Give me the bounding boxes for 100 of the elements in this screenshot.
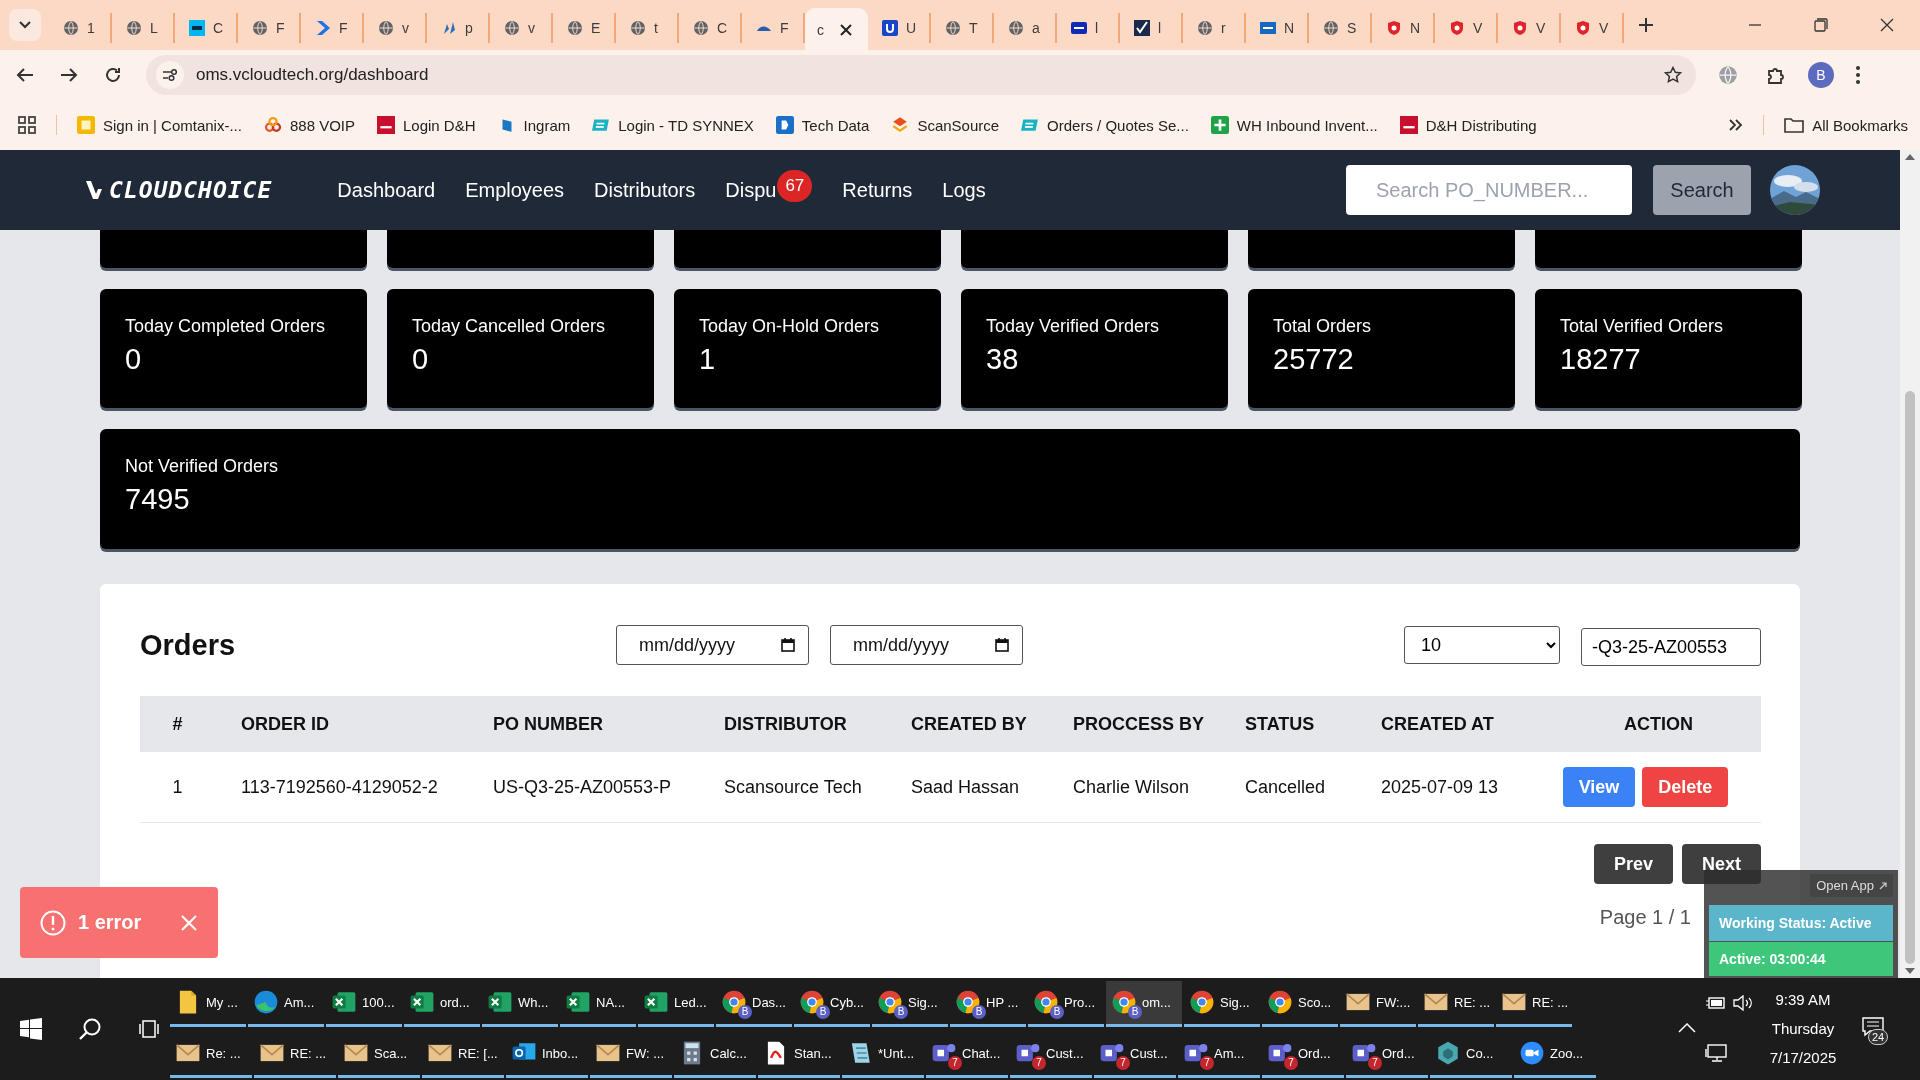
stat-value: 1 xyxy=(699,343,717,376)
browser-tab[interactable]: L xyxy=(112,13,175,43)
open-app-button[interactable]: Open App xyxy=(1810,874,1893,897)
bookmark-item[interactable]: Tech Data xyxy=(775,116,870,134)
taskbar-item[interactable]: 7 Am... xyxy=(1178,1031,1260,1078)
date-field[interactable]: mm/dd/yyyy xyxy=(830,625,1023,665)
bookmark-item[interactable]: ScanSource xyxy=(891,116,1000,134)
nav-link[interactable]: Distributors xyxy=(594,178,696,202)
browser-tab[interactable]: T xyxy=(931,13,994,43)
taskbar-item[interactable]: Led... xyxy=(638,980,714,1027)
nav-link[interactable]: Returns xyxy=(842,178,913,202)
taskbar-item[interactable]: B om... xyxy=(1106,980,1182,1027)
taskbar-item[interactable]: RE: [... xyxy=(422,1031,504,1078)
browser-tab[interactable]: V xyxy=(1561,13,1624,43)
stat-label: Today Completed Orders xyxy=(125,316,327,337)
taskbar-item[interactable]: Calc... xyxy=(674,1031,756,1078)
browser-tab[interactable]: E xyxy=(553,13,616,43)
search-field[interactable]: Search PO_NUMBER... xyxy=(1346,165,1632,215)
view-button[interactable]: View xyxy=(1562,767,1636,807)
table-cell-text: 1 xyxy=(171,776,184,798)
taskbar-item[interactable]: 7 Ord... xyxy=(1346,1031,1428,1078)
browser-tab[interactable]: V xyxy=(1435,13,1498,43)
working-status: Working Status: Active xyxy=(1709,905,1893,941)
bookmark-item[interactable]: D&H Distributing xyxy=(1399,116,1537,134)
stat-value: 0 xyxy=(125,343,143,376)
nav-link[interactable]: Employees xyxy=(465,178,565,202)
taskbar-item[interactable]: Inbo... xyxy=(506,1031,588,1078)
browser-tab[interactable]: l xyxy=(1120,13,1183,43)
taskbar-item[interactable]: Am... xyxy=(248,980,324,1027)
address-bar[interactable]: oms.vcloudtech.org/dashboard xyxy=(146,55,1696,95)
taskbar-item[interactable]: B HP ... xyxy=(950,980,1026,1027)
browser-tab[interactable]: N xyxy=(1372,13,1435,43)
taskbar-item[interactable]: 7 Chat... xyxy=(926,1031,1008,1078)
browser-tab[interactable]: F xyxy=(301,13,364,43)
prev-button[interactable]: Prev xyxy=(1593,844,1673,884)
taskbar-item[interactable]: 7 Cust... xyxy=(1094,1031,1176,1078)
taskbar-item[interactable]: Co... xyxy=(1430,1031,1512,1078)
bookmark-item[interactable]: 888 VOIP xyxy=(263,116,355,134)
bookmark-item[interactable]: Login - TD SYNNEX xyxy=(592,116,754,134)
search-field[interactable]: -Q3-25-AZ00553 xyxy=(1581,628,1761,666)
bookmark-item[interactable]: WH Inbound Invent... xyxy=(1210,116,1378,134)
taskbar-item[interactable]: 100... xyxy=(326,980,402,1027)
browser-tab[interactable]: F xyxy=(238,13,301,43)
taskbar-item[interactable]: RE: ... xyxy=(254,1031,336,1078)
bookmark-item[interactable]: Orders / Quotes Se... xyxy=(1021,116,1189,134)
browser-tab[interactable]: C xyxy=(175,13,238,43)
bookmark-item[interactable]: Sign in | Comtanix-... xyxy=(77,116,242,134)
taskbar-item[interactable]: RE: ... xyxy=(1418,980,1494,1027)
count-badge: 7 xyxy=(1284,1055,1298,1070)
taskbar-item[interactable]: NA... xyxy=(560,980,636,1027)
taskbar-item[interactable]: Sco... xyxy=(1262,980,1338,1027)
taskbar-item[interactable]: RE: ... xyxy=(1496,980,1572,1027)
taskbar-item[interactable]: 7 Ord... xyxy=(1262,1031,1344,1078)
browser-tab[interactable]: p xyxy=(427,13,490,43)
browser-tab[interactable]: v xyxy=(364,13,427,43)
browser-tab[interactable]: r xyxy=(1183,13,1246,43)
nav-link[interactable]: Logs xyxy=(942,178,986,202)
taskbar-item[interactable]: Wh... xyxy=(482,980,558,1027)
taskbar-item[interactable]: Sig... xyxy=(1184,980,1260,1027)
count-badge: 7 xyxy=(1116,1055,1130,1070)
taskbar-item[interactable]: B Pro... xyxy=(1028,980,1104,1027)
page-size-select[interactable]: 10 xyxy=(1404,626,1560,664)
browser-tab[interactable]: t xyxy=(616,13,679,43)
browser-tab[interactable]: l xyxy=(1057,13,1120,43)
taskbar-item[interactable]: Sca... xyxy=(338,1031,420,1078)
taskbar-item[interactable]: FW:... xyxy=(1340,980,1416,1027)
search-button[interactable]: Search xyxy=(1653,165,1751,215)
stat-value: 18277 xyxy=(1560,343,1642,376)
profile-avatar[interactable]: B xyxy=(1808,62,1834,88)
count-badge: B xyxy=(1050,1004,1064,1019)
browser-tab[interactable]: C xyxy=(679,13,742,43)
all-bookmarks-button[interactable]: All Bookmarks xyxy=(1784,116,1908,134)
taskbar-item[interactable]: ord... xyxy=(404,980,480,1027)
browser-tab[interactable]: a xyxy=(994,13,1057,43)
nav-link[interactable]: Dispu xyxy=(725,178,777,202)
browser-tab[interactable]: U xyxy=(868,13,931,43)
taskbar-item[interactable]: B Das... xyxy=(716,980,792,1027)
taskbar-item[interactable]: My ... xyxy=(170,980,246,1027)
browser-tab[interactable]: S xyxy=(1309,13,1372,43)
taskbar-item[interactable]: B Cyb... xyxy=(794,980,870,1027)
taskbar-item[interactable]: *Unt... xyxy=(842,1031,924,1078)
taskbar-item[interactable]: B Sig... xyxy=(872,980,948,1027)
browser-tab[interactable]: c xyxy=(805,8,868,52)
date-field[interactable]: mm/dd/yyyy xyxy=(616,625,809,665)
taskbar-item[interactable]: Stan... xyxy=(758,1031,840,1078)
nav-link[interactable]: Dashboard xyxy=(337,178,436,202)
taskbar-item[interactable]: 7 Cust... xyxy=(1010,1031,1092,1078)
browser-tab[interactable]: N xyxy=(1246,13,1309,43)
column-header: PO NUMBER xyxy=(492,713,604,735)
taskbar-item[interactable]: Re: ... xyxy=(170,1031,252,1078)
browser-tab[interactable]: v xyxy=(490,13,553,43)
browser-tab[interactable]: V xyxy=(1498,13,1561,43)
bookmark-item[interactable]: Ingram xyxy=(497,116,571,134)
delete-button[interactable]: Delete xyxy=(1642,767,1729,807)
taskbar-item[interactable]: Zoo... xyxy=(1514,1031,1596,1078)
taskbar-item[interactable]: FW: ... xyxy=(590,1031,672,1078)
stat-value: 38 xyxy=(986,343,1020,376)
bookmark-item[interactable]: Login D&H xyxy=(377,116,476,134)
column-header: # xyxy=(171,713,184,735)
browser-tab[interactable]: 1 xyxy=(49,13,112,43)
